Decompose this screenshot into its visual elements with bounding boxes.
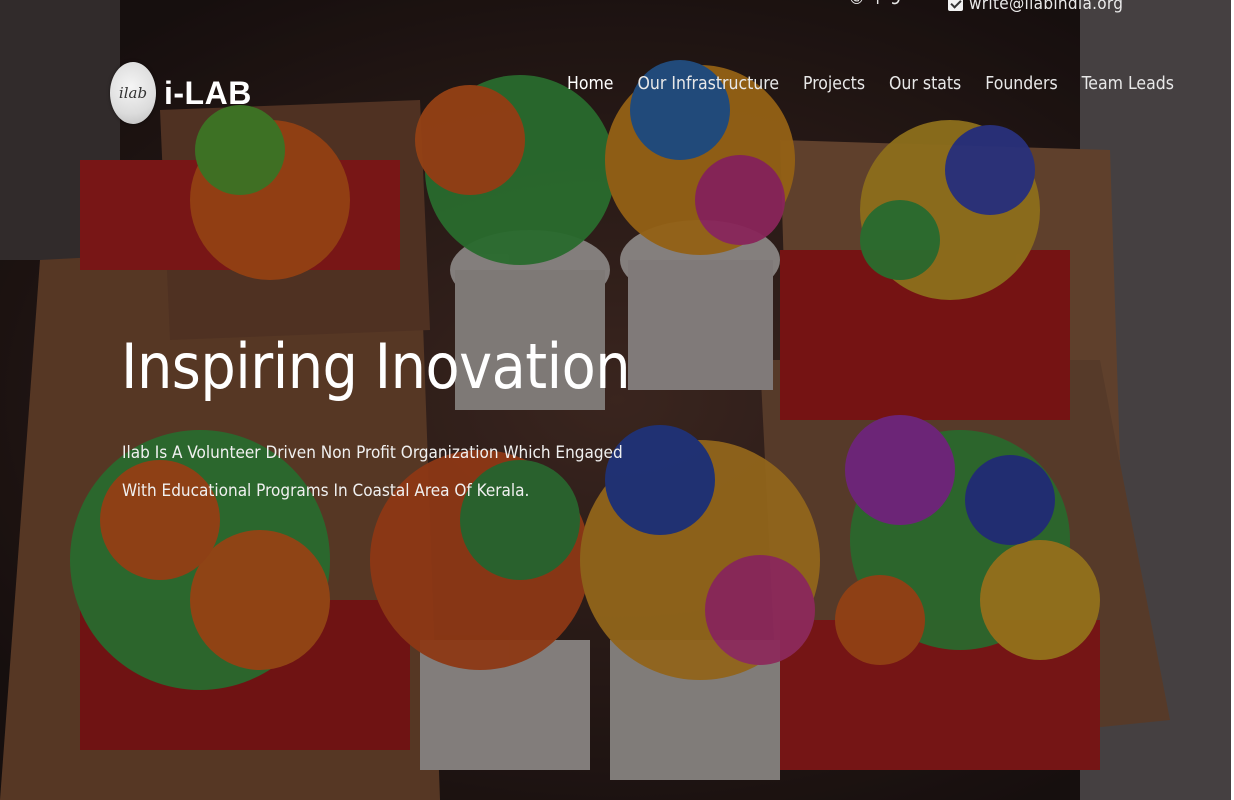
nav-item-projects[interactable]: Projects: [803, 74, 865, 94]
logo-text: ilab: [118, 84, 148, 102]
hero-headline: Inspiring Inovation: [121, 330, 631, 403]
phone-partial-text: © + 9: [848, 0, 901, 9]
nav-item-home[interactable]: Home: [567, 74, 614, 94]
nav-item-our-infrastructure[interactable]: Our Infrastructure: [638, 74, 780, 94]
main-nav: Home Our Infrastructure Projects Our sta…: [567, 74, 1174, 94]
nav-item-our-stats[interactable]: Our stats: [889, 74, 961, 94]
logo: ilab: [110, 62, 156, 124]
email-text: write@ilabindia.org: [969, 0, 1124, 14]
brand-name: i-LAB: [164, 74, 252, 111]
top-contact-bar: © + 9 write@ilabindia.org: [0, 0, 1234, 20]
hero-subtext: Ilab Is A Volunteer Driven Non Profit Or…: [122, 443, 623, 501]
mail-icon: [948, 0, 963, 11]
nav-item-founders[interactable]: Founders: [985, 74, 1057, 94]
nav-item-team-leads[interactable]: Team Leads: [1082, 74, 1174, 94]
email-link[interactable]: write@ilabindia.org: [948, 0, 1123, 14]
hero-section: © + 9 write@ilabindia.org ilab i-LAB Hom…: [0, 0, 1234, 800]
brand-logo-link[interactable]: ilab i-LAB: [110, 62, 252, 124]
